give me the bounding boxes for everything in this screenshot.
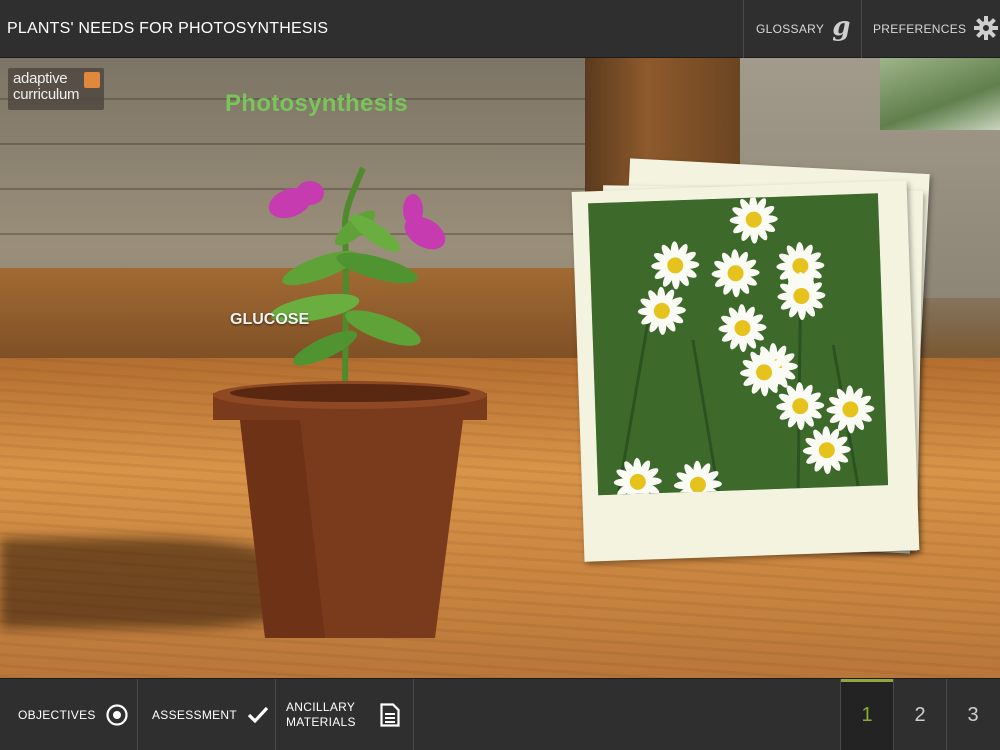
- page-button-2[interactable]: 2: [893, 679, 946, 750]
- page-button-3[interactable]: 3: [946, 679, 999, 750]
- assessment-button[interactable]: ASSESSMENT: [138, 679, 276, 750]
- assessment-label: ASSESSMENT: [152, 707, 238, 722]
- daisy-image: [588, 193, 889, 496]
- bottom-bar: OBJECTIVES ASSESSMENT ANCILLARY MATERIAL…: [0, 678, 1000, 750]
- top-bar: PLANTS' NEEDS FOR PHOTOSYNTHESIS GLOSSAR…: [0, 0, 1000, 58]
- glossary-g-icon: g: [832, 12, 851, 42]
- glossary-label: GLOSSARY: [756, 22, 825, 36]
- objectives-button[interactable]: OBJECTIVES: [0, 679, 138, 750]
- document-icon: [380, 703, 400, 730]
- ancillary-materials-label: ANCILLARY MATERIALS: [286, 700, 356, 729]
- ancillary-materials-button[interactable]: ANCILLARY MATERIALS: [276, 679, 414, 750]
- preferences-label: PREFERENCES: [873, 22, 967, 36]
- target-icon: [106, 704, 128, 726]
- window: [880, 58, 1000, 130]
- photo-daisies[interactable]: [571, 180, 920, 562]
- checkmark-icon: [247, 706, 269, 724]
- scene-title: Photosynthesis: [225, 90, 408, 117]
- objectives-label: OBJECTIVES: [18, 707, 96, 722]
- page-button-1[interactable]: 1: [840, 679, 894, 750]
- glucose-label: GLUCOSE: [230, 311, 310, 328]
- glossary-button[interactable]: GLOSSARY g: [743, 0, 861, 58]
- adaptive-curriculum-logo: adaptive curriculum: [8, 68, 104, 110]
- animation-scene[interactable]: adaptive curriculum Photosynthesis GLUCO…: [0, 58, 1000, 678]
- potted-plant: [213, 166, 487, 638]
- preferences-button[interactable]: PREFERENCES: [861, 0, 1000, 58]
- page-title: PLANTS' NEEDS FOR PHOTOSYNTHESIS: [7, 20, 329, 37]
- gear-icon: [974, 15, 999, 43]
